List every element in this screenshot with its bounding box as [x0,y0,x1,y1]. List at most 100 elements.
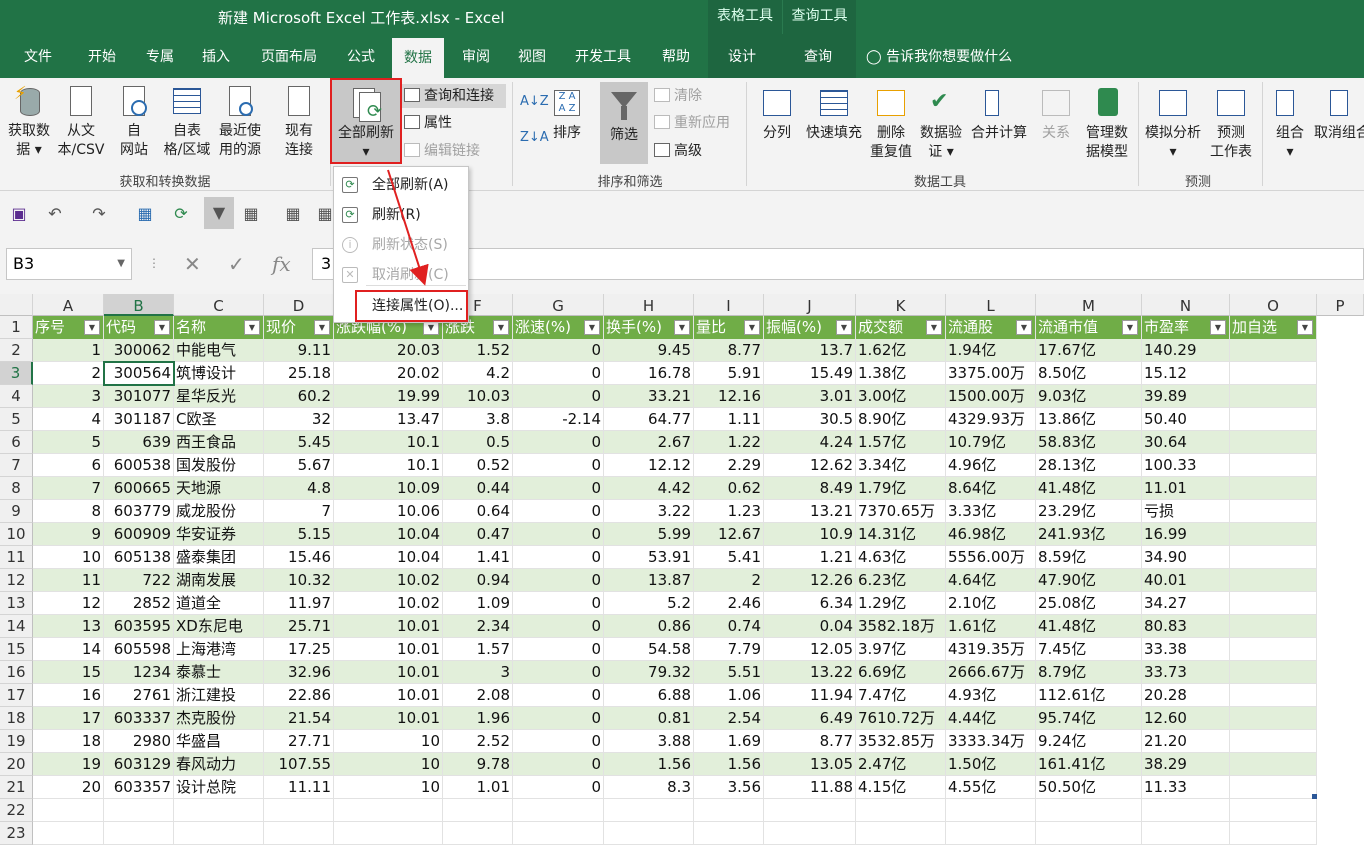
table-cell[interactable]: 8.77 [694,339,764,362]
select-all-corner[interactable] [0,294,33,316]
table-cell[interactable]: 20 [33,776,104,799]
table-cell[interactable] [764,822,856,845]
table-cell[interactable]: 8.77 [764,730,856,753]
table-cell[interactable] [856,799,946,822]
table-cell[interactable]: 600665 [104,477,174,500]
table-header-cell[interactable]: 换手(%) ▼ [604,316,694,339]
table-cell[interactable]: 2.46 [694,592,764,615]
table-cell[interactable]: 639 [104,431,174,454]
table-cell[interactable] [1230,477,1317,500]
filter-dropdown-icon[interactable]: ▼ [493,320,509,335]
menu-refresh-status[interactable]: i 刷新状态(S) [334,231,468,259]
table-cell[interactable]: 2 [33,362,104,385]
table-cell[interactable]: 0 [513,500,604,523]
column-header-l[interactable]: L [946,294,1036,316]
table-cell[interactable]: 0 [513,684,604,707]
table-cell[interactable]: 0.86 [604,615,694,638]
column-header-b[interactable]: B [104,294,174,316]
table-cell[interactable]: 10.06 [334,500,443,523]
column-header-g[interactable]: G [513,294,604,316]
table-cell[interactable]: 8.79亿 [1036,661,1142,684]
column-header-n[interactable]: N [1142,294,1230,316]
table-cell[interactable]: 12.16 [694,385,764,408]
table-cell[interactable] [604,822,694,845]
table-cell[interactable]: 38.29 [1142,753,1230,776]
row-header[interactable]: 3 [0,362,33,385]
filter-quick-icon[interactable]: ▼ [204,197,234,229]
table-cell[interactable]: 1.52 [443,339,513,362]
row-header[interactable]: 5 [0,408,33,431]
table-cell[interactable]: 603337 [104,707,174,730]
table-cell[interactable]: 3.00亿 [856,385,946,408]
table-cell[interactable] [1230,523,1317,546]
table-cell[interactable]: 12.26 [764,569,856,592]
table-cell[interactable]: 6.23亿 [856,569,946,592]
sort-za-icon[interactable]: Z↓A [520,126,549,150]
row-header[interactable]: 14 [0,615,33,638]
table-cell[interactable]: 4.44亿 [946,707,1036,730]
table-cell[interactable] [33,822,104,845]
table-cell[interactable]: 16 [33,684,104,707]
table-cell[interactable]: 0 [513,707,604,730]
table-cell[interactable]: 10.01 [334,707,443,730]
table-cell[interactable]: 杰克股份 [174,707,264,730]
table-cell[interactable]: 3.22 [604,500,694,523]
column-header-o[interactable]: O [1230,294,1317,316]
table-cell[interactable]: 3.88 [604,730,694,753]
table-cell[interactable] [1230,362,1317,385]
table-cell[interactable]: 华盛昌 [174,730,264,753]
table-cell[interactable]: 47.90亿 [1036,569,1142,592]
table-cell[interactable]: 28.13亿 [1036,454,1142,477]
tab-developer[interactable]: 开发工具 [564,34,642,78]
table-cell[interactable]: 9.45 [604,339,694,362]
table-cell[interactable]: 1.61亿 [946,615,1036,638]
filter-dropdown-icon[interactable]: ▼ [1122,320,1138,335]
table-cell[interactable]: 10.79亿 [946,431,1036,454]
table-cell[interactable]: 2.67 [604,431,694,454]
table-cell[interactable]: 17.25 [264,638,334,661]
column-header-m[interactable]: M [1036,294,1142,316]
table-cell[interactable] [334,822,443,845]
table-cell[interactable]: 1.01 [443,776,513,799]
table-cell[interactable]: 605138 [104,546,174,569]
table-cell[interactable]: 10.01 [334,615,443,638]
remove-duplicates-button[interactable]: 删除 重复值 [866,86,916,162]
table-cell[interactable]: 64.77 [604,408,694,431]
table-cell[interactable]: 25.08亿 [1036,592,1142,615]
table-cell[interactable]: 50.50亿 [1036,776,1142,799]
table-cell[interactable]: 7610.72万 [856,707,946,730]
table-cell[interactable]: 4.96亿 [946,454,1036,477]
table-cell[interactable]: 9.03亿 [1036,385,1142,408]
table-cell[interactable]: 60.2 [264,385,334,408]
table-cell[interactable] [1230,385,1317,408]
table-cell[interactable]: 春风动力 [174,753,264,776]
table-cell[interactable]: 0.81 [604,707,694,730]
table-cell[interactable] [1142,799,1230,822]
row-header[interactable]: 2 [0,339,33,362]
form-icon[interactable]: ▦ [136,205,154,223]
table-cell[interactable]: 13.21 [764,500,856,523]
table-cell[interactable]: 4.15亿 [856,776,946,799]
table-cell[interactable] [1230,615,1317,638]
table-cell[interactable]: 0 [513,546,604,569]
table-cell[interactable]: 107.55 [264,753,334,776]
table-cell[interactable]: 6.88 [604,684,694,707]
table-header-cell[interactable]: 名称 ▼ [174,316,264,339]
table-cell[interactable]: 1.41 [443,546,513,569]
table-header-cell[interactable]: 现价 ▼ [264,316,334,339]
table-cell[interactable]: 1.22 [694,431,764,454]
table-cell[interactable]: 5.2 [604,592,694,615]
relationships-button[interactable]: 关系 [1034,86,1078,143]
table-cell[interactable]: 15.12 [1142,362,1230,385]
table-cell[interactable]: 7 [33,477,104,500]
table-cell[interactable]: 722 [104,569,174,592]
table-cell[interactable]: XD东尼电 [174,615,264,638]
tab-query[interactable]: 查询 [792,34,844,78]
table-cell[interactable]: 1.09 [443,592,513,615]
row-header[interactable]: 20 [0,753,33,776]
table-cell[interactable]: 3532.85万 [856,730,946,753]
table-cell[interactable]: 46.98亿 [946,523,1036,546]
table-cell[interactable]: 1234 [104,661,174,684]
tab-home[interactable]: 开始 [76,34,128,78]
row-header[interactable]: 21 [0,776,33,799]
